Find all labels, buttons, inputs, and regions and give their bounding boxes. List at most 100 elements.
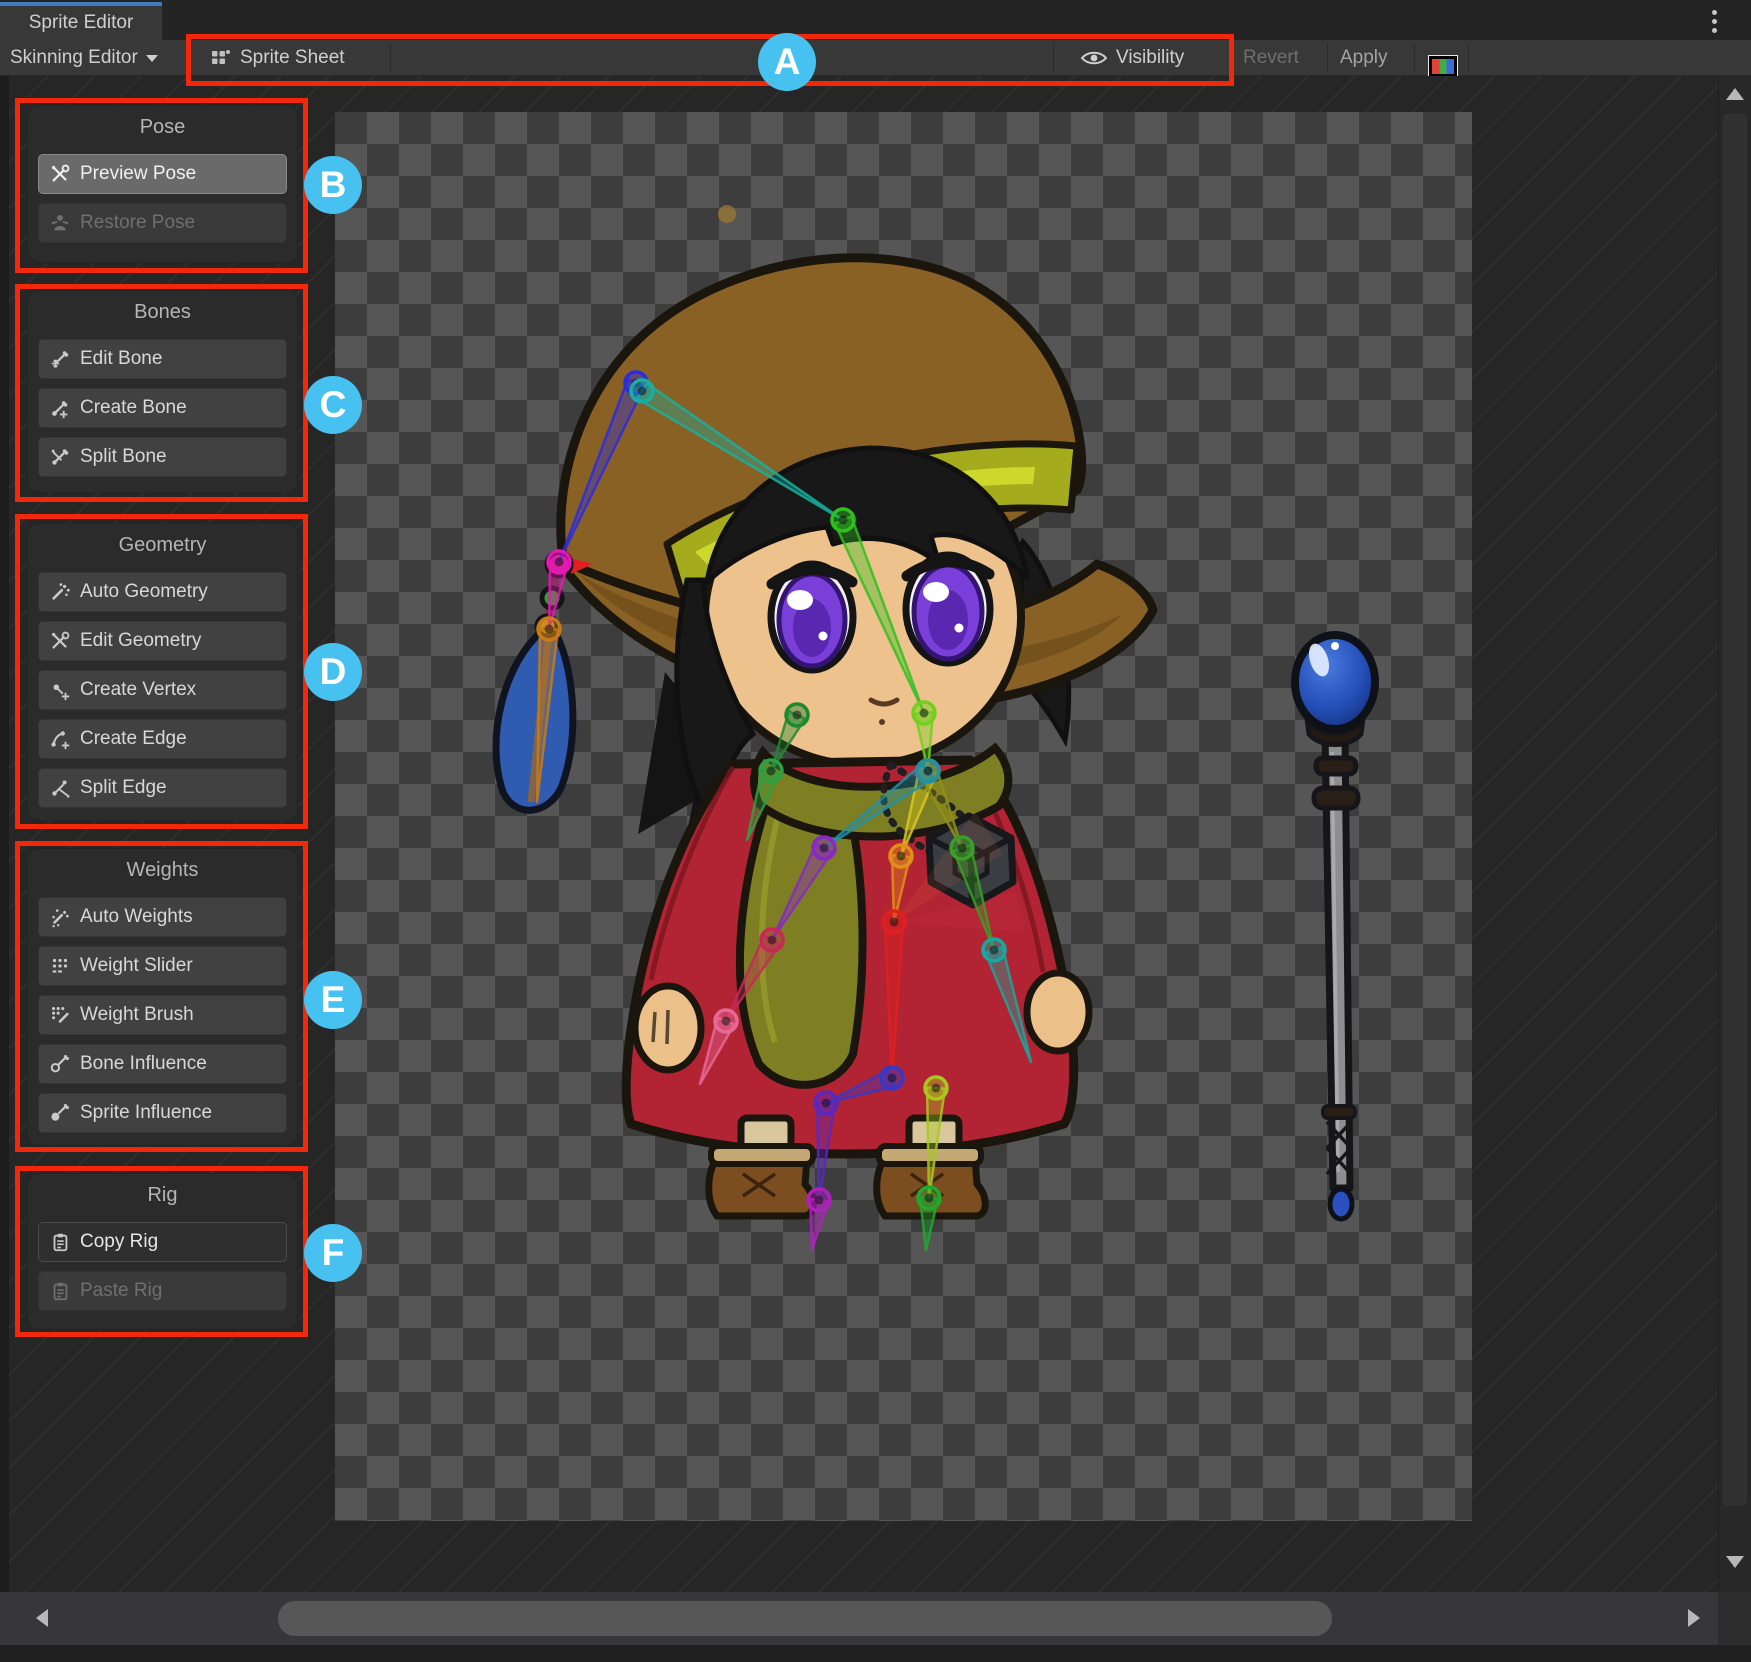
preview-pose-button[interactable]: Preview Pose [38, 154, 287, 194]
sprite-sheet-label: Sprite Sheet [240, 47, 345, 69]
button-label: Paste Rig [80, 1280, 162, 1302]
revert-button[interactable]: Revert [1243, 40, 1299, 76]
vertical-scrollbar-thumb[interactable] [1723, 114, 1747, 1506]
weight-slider-button[interactable]: Weight Slider [38, 946, 287, 986]
panel-title: Bones [38, 299, 287, 325]
person-icon [49, 212, 71, 234]
weights-panel: Weights Auto Weights Weight Slider Weigh… [27, 848, 298, 1146]
weight-brush-button[interactable]: Weight Brush [38, 995, 287, 1035]
sprite-influence-icon [49, 1102, 71, 1124]
scroll-up-arrow[interactable] [1726, 88, 1744, 100]
split-bone-button[interactable]: Split Bone [38, 437, 287, 477]
bone-influence-button[interactable]: Bone Influence [38, 1044, 287, 1084]
restore-pose-button[interactable]: Restore Pose [38, 203, 287, 243]
toolbar-separator [390, 44, 391, 72]
copy-rig-button[interactable]: Copy Rig [38, 1222, 287, 1262]
button-label: Restore Pose [80, 212, 195, 234]
clipboard-icon [49, 1231, 71, 1253]
bone-split-icon [49, 446, 71, 468]
apply-button[interactable]: Apply [1340, 40, 1388, 76]
panel-title: Geometry [38, 532, 287, 558]
toolbar-separator [1053, 44, 1054, 72]
bone-add-icon [49, 397, 71, 419]
visibility-label: Visibility [1116, 47, 1184, 69]
wand-icon [49, 581, 71, 603]
edge-split-icon [49, 777, 71, 799]
skinning-toolbar: Skinning Editor Sprite Sheet Visibility … [0, 40, 1751, 76]
scroll-right-arrow[interactable] [1688, 1609, 1700, 1627]
window-tab-bar: Sprite Editor [0, 0, 1751, 40]
annotation-badge-c: C [304, 376, 362, 434]
kebab-menu-icon[interactable] [1712, 10, 1717, 33]
annotation-badge-f: F [304, 1224, 362, 1282]
chevron-down-icon [146, 55, 158, 62]
color-channel-swatch[interactable] [1428, 55, 1458, 78]
sprite-illustration [335, 112, 1472, 1521]
scroll-down-arrow[interactable] [1726, 1556, 1744, 1568]
edit-geometry-button[interactable]: Edit Geometry [38, 621, 287, 661]
edit-bone-button[interactable]: Edit Bone [38, 339, 287, 379]
dots-brush-icon [49, 1004, 71, 1026]
button-label: Create Vertex [80, 679, 196, 701]
tools-icon [49, 630, 71, 652]
bone-influence-icon [49, 1053, 71, 1075]
button-label: Bone Influence [80, 1053, 207, 1075]
bone-edit-icon [49, 348, 71, 370]
button-label: Auto Geometry [80, 581, 208, 603]
dots-grid-icon [49, 955, 71, 977]
button-label: Create Edge [80, 728, 187, 750]
visibility-button[interactable]: Visibility [1080, 40, 1184, 76]
toolbar-separator [1327, 44, 1328, 72]
toolbar-separator [1414, 44, 1415, 72]
button-label: Auto Weights [80, 906, 193, 928]
panel-title: Weights [38, 857, 287, 883]
auto-geometry-button[interactable]: Auto Geometry [38, 572, 287, 612]
annotation-badge-d: D [304, 643, 362, 701]
auto-weights-button[interactable]: Auto Weights [38, 897, 287, 937]
button-label: Edit Geometry [80, 630, 201, 652]
annotation-badge-e: E [304, 971, 362, 1029]
pose-panel: Pose Preview Pose Restore Pose [27, 105, 298, 263]
sprite-sheet-button[interactable]: Sprite Sheet [208, 40, 345, 76]
window-left-frame [0, 76, 9, 1592]
annotation-badge-b: B [304, 156, 362, 214]
button-label: Weight Brush [80, 1004, 194, 1026]
create-bone-button[interactable]: Create Bone [38, 388, 287, 428]
button-label: Weight Slider [80, 955, 193, 977]
sprite-influence-button[interactable]: Sprite Influence [38, 1093, 287, 1133]
button-label: Copy Rig [80, 1231, 158, 1253]
toolbar-separator [1468, 44, 1469, 72]
tab-sprite-editor[interactable]: Sprite Editor [0, 2, 162, 40]
paste-rig-button[interactable]: Paste Rig [38, 1271, 287, 1311]
button-label: Preview Pose [80, 163, 196, 185]
split-edge-button[interactable]: Split Edge [38, 768, 287, 808]
create-vertex-button[interactable]: Create Vertex [38, 670, 287, 710]
rig-panel: Rig Copy Rig Paste Rig [27, 1173, 298, 1330]
button-label: Sprite Influence [80, 1102, 212, 1124]
create-edge-button[interactable]: Create Edge [38, 719, 287, 759]
tools-icon [49, 163, 71, 185]
scroll-left-arrow[interactable] [36, 1609, 48, 1627]
editor-mode-dropdown[interactable]: Skinning Editor [10, 40, 158, 76]
sprite-sheet-icon [208, 46, 232, 70]
editor-mode-label: Skinning Editor [10, 47, 138, 69]
button-label: Split Bone [80, 446, 167, 468]
panel-title: Pose [38, 114, 287, 140]
button-label: Split Edge [80, 777, 167, 799]
apply-label: Apply [1340, 47, 1388, 69]
vertex-add-icon [49, 679, 71, 701]
staff-illustration [1295, 635, 1375, 1219]
tab-title: Sprite Editor [29, 12, 134, 34]
clipboard-icon [49, 1280, 71, 1302]
button-label: Create Bone [80, 397, 187, 419]
revert-label: Revert [1243, 47, 1299, 69]
edge-add-icon [49, 728, 71, 750]
horizontal-scrollbar-thumb[interactable] [278, 1601, 1332, 1636]
character-illustration [496, 205, 1153, 1216]
wand-dots-icon [49, 906, 71, 928]
annotation-badge-a: A [758, 33, 816, 91]
scrollbar-corner [1718, 1592, 1751, 1645]
toolbar-separator [186, 44, 187, 72]
window-bottom-frame [0, 1645, 1751, 1662]
editor-canvas[interactable] [335, 112, 1472, 1521]
